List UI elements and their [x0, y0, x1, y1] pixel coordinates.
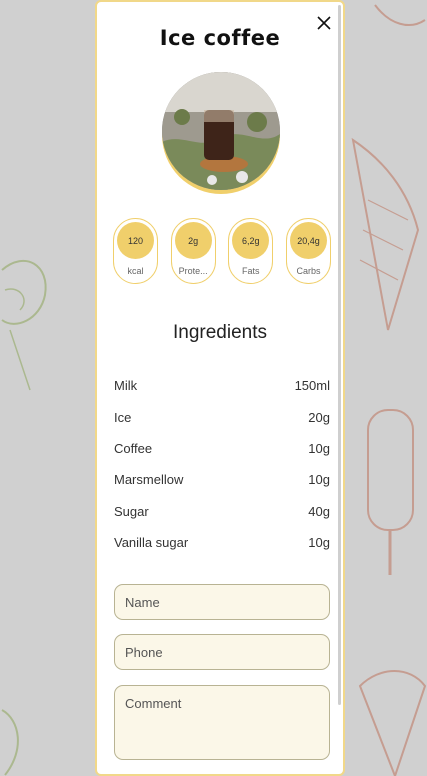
phone-field[interactable] — [114, 634, 330, 670]
cone-sketch-bottom-right-icon — [358, 670, 427, 776]
list-item: Vanilla sugar 10g — [114, 527, 330, 558]
product-photo — [162, 72, 280, 190]
nutrient-label: Carbs — [296, 266, 321, 276]
ingredient-amount: 10g — [308, 440, 330, 456]
ice-cream-sketch-left-icon — [1, 259, 47, 391]
recipe-modal: Ice coffee 120 kcal 2g Prote... 6,2g Fat… — [95, 0, 345, 776]
list-item: Ice 20g — [114, 401, 330, 432]
nutrient-proteins: 2g Prote... — [170, 218, 216, 284]
comment-field[interactable] — [114, 685, 330, 760]
product-title: Ice coffee — [159, 26, 281, 50]
ingredient-amount: 10g — [308, 535, 330, 551]
ingredient-amount: 10g — [308, 472, 330, 488]
nutrient-label: kcal — [127, 266, 144, 276]
list-item: Sugar 40g — [114, 496, 330, 527]
nutrient-value: 6,2g — [232, 222, 270, 259]
ingredient-amount: 20g — [308, 409, 330, 425]
nutrition-facts: 120 kcal 2g Prote... 6,2g Fats 20,4g Car… — [113, 218, 331, 284]
nutrient-value: 20,4g — [289, 222, 327, 259]
cone-sketch-top-right-icon — [374, 4, 426, 26]
sketch-bottom-left-icon — [1, 709, 19, 776]
ingredients-heading: Ingredients — [172, 322, 267, 343]
ingredient-name: Vanilla sugar — [114, 535, 189, 551]
nutrient-value: 2g — [174, 222, 212, 259]
ingredient-name: Milk — [114, 378, 138, 394]
name-field[interactable] — [114, 584, 330, 620]
nutrient-label: Fats — [242, 266, 260, 276]
iced-coffee-image-icon — [162, 72, 280, 190]
nutrient-label: Prote... — [178, 266, 208, 276]
list-item: Coffee 10g — [114, 433, 330, 464]
ingredient-name: Marsmellow — [114, 472, 184, 488]
nutrient-carbs: 20,4g Carbs — [285, 218, 331, 284]
ingredient-name: Sugar — [114, 503, 149, 519]
ingredient-amount: 150ml — [294, 378, 330, 394]
ingredient-name: Coffee — [114, 440, 153, 456]
ingredients-list: Milk 150ml Ice 20g Coffee 10g Marsmellow… — [114, 370, 330, 558]
list-item: Marsmellow 10g — [114, 464, 330, 495]
list-item: Milk 150ml — [114, 370, 330, 401]
nutrient-value: 120 — [117, 222, 154, 259]
nutrient-fats: 6,2g Fats — [228, 218, 274, 284]
scrollbar[interactable] — [338, 5, 341, 705]
popsicle-sketch-right-icon — [367, 409, 414, 575]
ice-cream-sketch-right-icon — [351, 137, 420, 331]
ingredient-amount: 40g — [308, 503, 330, 519]
ingredient-name: Ice — [114, 409, 132, 425]
nutrient-kcal: 120 kcal — [113, 218, 158, 284]
